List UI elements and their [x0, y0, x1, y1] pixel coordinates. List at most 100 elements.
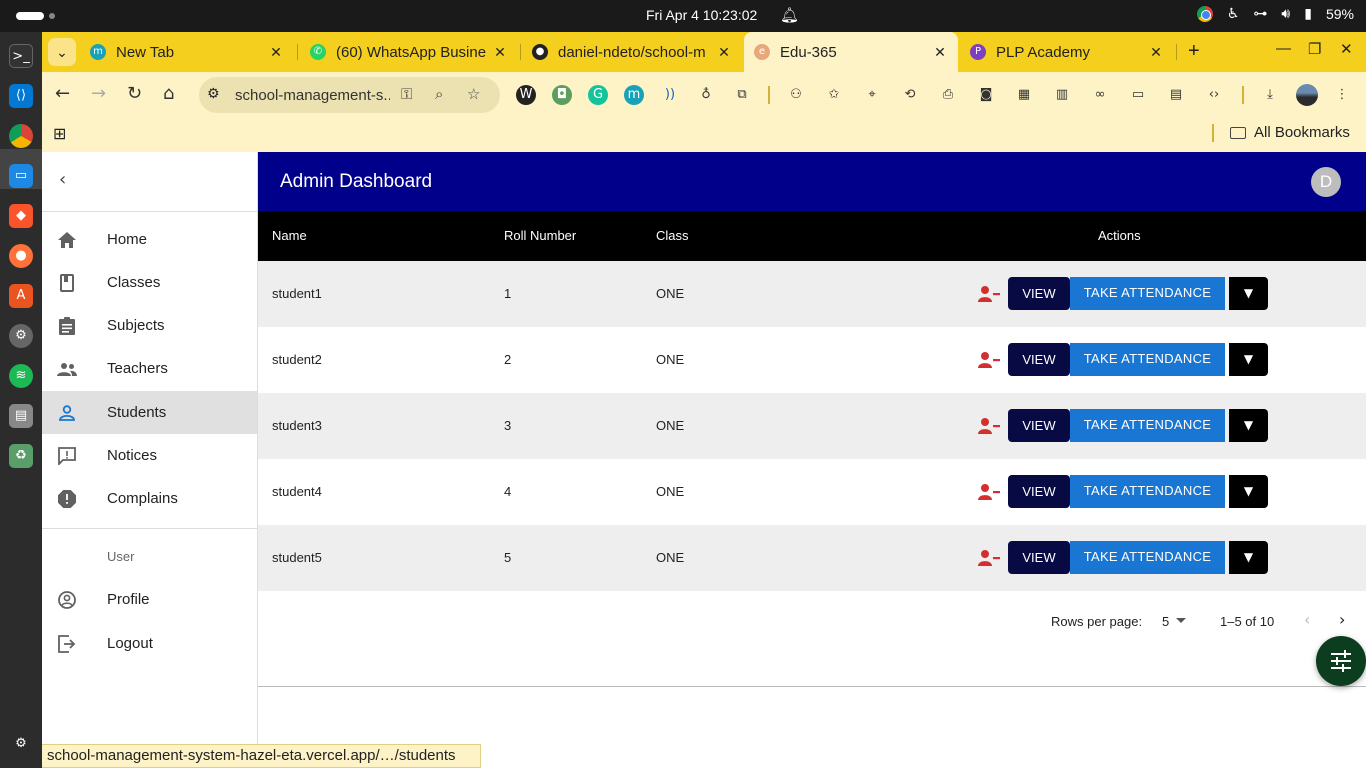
sidebar-item-complains[interactable]: Complains [42, 477, 257, 520]
voice-ext-icon[interactable]: )) [660, 85, 680, 105]
chevron-left-icon[interactable]: ‹ [1304, 610, 1310, 629]
person-remove-icon[interactable] [978, 417, 1000, 435]
sidebar-item-classes[interactable]: Classes [42, 261, 257, 304]
tab-new-tab[interactable]: m New Tab ✕ [80, 32, 294, 72]
sidebar-item-subjects[interactable]: Subjects [42, 304, 257, 347]
link-icon[interactable]: ∞ [1090, 85, 1110, 105]
take-attendance-button[interactable]: TAKE ATTENDANCE [1070, 277, 1225, 310]
tune-fab-button[interactable] [1316, 636, 1366, 686]
take-attendance-button[interactable]: TAKE ATTENDANCE [1070, 541, 1225, 574]
activities-indicator[interactable] [16, 12, 44, 20]
address-bar[interactable]: ⚙ school-management-s... ⚿ ⌕ ☆ [199, 77, 500, 113]
grammarly-ext-icon[interactable]: G [588, 85, 608, 105]
tab-github[interactable]: ● daniel-ndeto/school-m ✕ [522, 32, 742, 72]
take-attendance-button[interactable]: TAKE ATTENDANCE [1070, 475, 1225, 508]
chevron-down-icon[interactable]: ▼ [1229, 343, 1268, 376]
star-list-icon[interactable]: ✩ [824, 85, 844, 105]
forward-icon[interactable]: → [91, 83, 106, 104]
tab-edu-365[interactable]: e Edu-365 ✕ [744, 32, 958, 72]
chrome-menu-icon[interactable]: ⋮ [1332, 85, 1352, 105]
all-bookmarks-button[interactable]: All Bookmarks [1230, 124, 1350, 141]
qr-code-icon[interactable]: ▦ [1014, 85, 1034, 105]
chrome-tray-icon[interactable] [1196, 5, 1213, 22]
download-icon[interactable]: ⤓ [1260, 85, 1280, 105]
minimize-icon[interactable]: — [1276, 40, 1291, 57]
wordpress-ext-icon[interactable]: W [516, 85, 536, 105]
network-icon[interactable]: ⊶ [1253, 5, 1267, 22]
take-attendance-button[interactable]: TAKE ATTENDANCE [1070, 409, 1225, 442]
robot-ext-icon[interactable]: ◘ [552, 85, 572, 105]
bookmark-star-icon[interactable]: ☆ [467, 85, 480, 103]
chevron-down-icon[interactable]: ▼ [1229, 475, 1268, 508]
new-tab-button[interactable]: + [1188, 40, 1200, 63]
home-icon[interactable]: ⌂ [163, 83, 174, 104]
view-button[interactable]: VIEW [1008, 409, 1070, 442]
person-remove-icon[interactable] [978, 285, 1000, 303]
show-apps-icon[interactable]: ⚙ [9, 732, 33, 756]
close-tab-icon[interactable]: ✕ [490, 44, 510, 61]
restore-icon[interactable]: ❐ [1308, 40, 1321, 58]
close-tab-icon[interactable]: ✕ [1146, 44, 1166, 61]
tab-search-button[interactable]: ⌄ [48, 38, 76, 66]
take-attendance-button[interactable]: TAKE ATTENDANCE [1070, 343, 1225, 376]
view-button[interactable]: VIEW [1008, 475, 1070, 508]
profile-avatar[interactable] [1296, 84, 1318, 106]
sidebar-item-profile[interactable]: Profile [42, 578, 257, 621]
reload-icon[interactable]: ↻ [127, 83, 142, 104]
back-icon[interactable]: ← [55, 83, 70, 104]
sidebar-item-students[interactable]: Students [42, 391, 257, 434]
apps-grid-icon[interactable]: ⊞ [53, 124, 66, 143]
code-icon[interactable]: ‹› [1204, 85, 1224, 105]
bulb-ext-icon[interactable]: ♁ [696, 85, 716, 105]
tab-plp-academy[interactable]: P PLP Academy ✕ [960, 32, 1174, 72]
chevron-left-icon[interactable]: ‹ [59, 169, 66, 190]
reading-mode-icon[interactable]: ▥ [1052, 85, 1072, 105]
accessibility-icon[interactable]: ♿︎ [1227, 5, 1240, 22]
settings-icon[interactable]: ⚙ [9, 324, 33, 348]
view-button[interactable]: VIEW [1008, 277, 1070, 310]
close-tab-icon[interactable]: ✕ [714, 44, 734, 61]
person-remove-icon[interactable] [978, 549, 1000, 567]
location-icon[interactable]: ⌖ [862, 85, 882, 105]
disks-icon[interactable]: ▤ [9, 404, 33, 428]
person-remove-icon[interactable] [978, 483, 1000, 501]
close-tab-icon[interactable]: ✕ [930, 44, 950, 61]
battery-icon[interactable]: ▮ [1304, 5, 1312, 22]
sidebar-item-home[interactable]: Home [42, 218, 257, 261]
history-icon[interactable]: ⟲ [900, 85, 920, 105]
table-icon[interactable]: ▤ [1166, 85, 1186, 105]
sidebar-item-teachers[interactable]: Teachers [42, 347, 257, 390]
screenshot-icon[interactable]: ◙ [976, 85, 996, 105]
os-clock[interactable]: Fri Apr 4 10:23:02 [646, 7, 757, 23]
bell-icon[interactable]: 🔔︎ [780, 6, 799, 24]
chevron-down-icon[interactable]: ▼ [1229, 277, 1268, 310]
chevron-down-icon[interactable]: ▼ [1229, 409, 1268, 442]
files-icon[interactable]: ▭ [9, 164, 33, 188]
software-center-icon[interactable]: A [9, 284, 33, 308]
view-button[interactable]: VIEW [1008, 343, 1070, 376]
user-avatar[interactable]: D [1311, 167, 1341, 197]
view-button[interactable]: VIEW [1008, 541, 1070, 574]
site-info-icon[interactable]: ⚙ [207, 86, 220, 102]
sidebar-item-logout[interactable]: Logout [42, 622, 257, 665]
url-text[interactable]: school-management-s... [235, 87, 390, 104]
vscode-icon[interactable]: ⟨⟩ [9, 84, 33, 108]
trash-icon[interactable]: ♻ [9, 444, 33, 468]
print-icon[interactable]: ⎙ [938, 85, 958, 105]
tab-whatsapp[interactable]: ✆ (60) WhatsApp Busine ✕ [300, 32, 518, 72]
chevron-down-icon[interactable]: ▼ [1229, 541, 1268, 574]
cast-icon[interactable]: ▭ [1128, 85, 1148, 105]
close-tab-icon[interactable]: ✕ [266, 44, 286, 61]
brave-icon[interactable]: ◆ [9, 204, 33, 228]
sidebar-item-notices[interactable]: Notices [42, 434, 257, 477]
spotify-icon[interactable]: ≋ [9, 364, 33, 388]
incognito-ext-icon[interactable]: ⚇ [786, 85, 806, 105]
chevron-right-icon[interactable]: › [1339, 610, 1345, 629]
rows-per-page-select[interactable]: 5 [1162, 614, 1169, 629]
terminal-icon[interactable]: >_ [9, 44, 33, 68]
volume-icon[interactable]: 🔊︎ [1281, 5, 1290, 22]
person-remove-icon[interactable] [978, 351, 1000, 369]
firefox-icon[interactable]: ● [9, 244, 33, 268]
chrome-icon[interactable] [9, 124, 33, 148]
m-ext-icon[interactable]: m [624, 85, 644, 105]
